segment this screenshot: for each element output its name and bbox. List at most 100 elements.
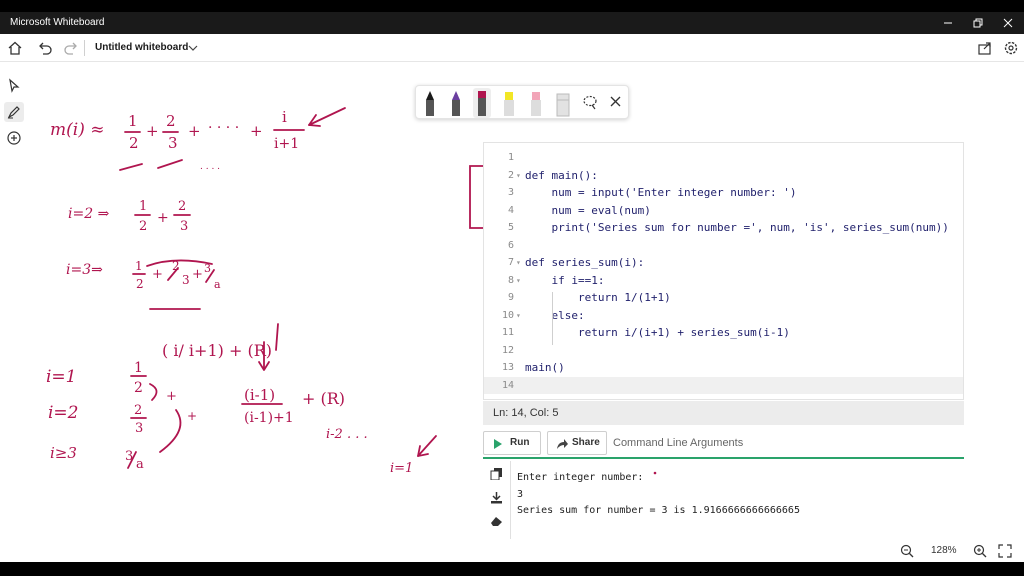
code-line[interactable]: 7 ▾ def series_sum(i): [484,254,963,272]
code-text: if i==1: [525,273,605,287]
fold-toggle[interactable]: ▾ [516,254,524,272]
code-line[interactable]: 1 [484,149,963,167]
svg-text:+: + [250,122,263,140]
fold-toggle[interactable]: ▾ [516,272,524,290]
zoom-in-icon[interactable] [973,544,987,558]
line-number: 7 [507,257,514,268]
svg-text:+ (R): + (R) [302,389,345,408]
code-line[interactable]: 12 [484,342,963,360]
lasso-select-button[interactable] [581,88,599,118]
svg-text:i=3⇒: i=3⇒ [66,262,103,278]
svg-text:( i/ i+1) + (R): ( i/ i+1) + (R) [162,341,272,360]
line-number: 9 [507,292,514,303]
share-icon [978,42,991,55]
fold-toggle[interactable]: ▾ [516,307,524,325]
svg-text:1: 1 [139,199,147,214]
svg-text:2: 2 [134,380,143,396]
code-line[interactable]: 10 ▾ else: [484,307,963,325]
zoom-level: 128% [931,545,957,556]
svg-text:i+1: i+1 [274,136,299,152]
share-code-button[interactable]: Share [547,431,607,455]
close-tray-button[interactable] [607,88,625,118]
settings-button[interactable] [1002,39,1020,57]
svg-text:i=1: i=1 [46,367,77,387]
code-text: num = input('Enter integer number: ') [525,186,797,199]
svg-text:i-2 . . .: i-2 . . . [326,427,368,442]
line-number: 14 [501,379,514,391]
restore-button[interactable] [970,15,986,31]
zoom-out-icon[interactable] [900,544,914,558]
copy-icon [490,468,502,481]
svg-text:2: 2 [134,403,142,418]
run-toolbar: Run Share [483,429,964,459]
svg-text:2: 2 [178,199,186,214]
svg-text:3: 3 [168,134,178,152]
code-editor[interactable]: 1 2 ▾ def main(): 3 num = input('Enter integ… [483,142,964,400]
share-board-button[interactable] [976,39,994,57]
run-button[interactable]: Run [483,431,541,455]
pink-highlighter[interactable] [527,88,545,118]
clear-output-button[interactable] [490,514,503,527]
line-number: 11 [501,327,514,338]
run-label: Run [510,437,530,448]
code-line[interactable]: 14 [484,376,963,394]
close-window-button[interactable] [1000,15,1016,31]
code-line[interactable]: 13 main() [484,359,963,377]
code-line[interactable]: 6 [484,237,963,255]
code-text: main() [525,361,565,374]
fit-to-screen-icon[interactable] [998,544,1012,558]
case-i3-ink: i=3⇒ 1 2 + 2 3 + 3 a [66,259,221,310]
line-number: 1 [507,152,514,163]
close-icon [1003,18,1013,28]
svg-text:+: + [187,409,197,423]
console-line: Series sum for number = 3 is 1.916666666… [517,505,800,516]
line-number: 12 [501,344,514,356]
console-toolbar [483,461,511,539]
code-line[interactable]: 11 return i/(i+1) + series_sum(i-1) [484,324,963,342]
decomposition-ink: ( i/ i+1) + (R) (i-1) (i-1)+1 + (R) i-2 … [162,323,437,472]
command-line-arguments-input[interactable] [611,431,963,455]
whiteboard-window: Microsoft Whiteboard Untitled whiteboard [0,12,1024,562]
line-number: 2 [507,169,514,181]
code-line[interactable]: 3 num = input('Enter integer number: ') [484,184,963,202]
code-line[interactable]: 5 print('Series sum for number =', num, … [484,219,963,237]
eraser-icon [556,93,570,117]
code-line[interactable]: 8 ▾ if i==1: [484,272,963,290]
code-line[interactable]: 9 return 1/(1+1) [484,289,963,307]
svg-text:· · · ·: · · · · [208,120,239,136]
code-text: else: [525,308,585,322]
highlighter-icon [531,92,541,116]
clear-icon [491,517,502,526]
share-label: Share [572,437,600,448]
svg-text:(i-1): (i-1) [244,386,275,404]
svg-text:a: a [136,457,144,472]
svg-text:+: + [157,210,169,226]
svg-text:1: 1 [134,360,143,376]
svg-text:2: 2 [166,112,176,130]
code-text: def series_sum(i): [525,256,645,269]
yellow-highlighter[interactable] [500,88,518,118]
play-icon [494,439,502,449]
gear-icon [1004,41,1018,55]
download-icon [491,492,502,504]
eraser-tool[interactable] [554,88,572,118]
code-line[interactable]: 4 num = eval(num) [484,202,963,220]
svg-text:i≥3: i≥3 [50,444,77,462]
line-number: 6 [507,239,514,251]
fold-toggle[interactable]: ▾ [516,167,524,185]
console-line: 3 [517,489,524,500]
code-text: return 1/(1+1) [525,291,671,304]
indent-guide [552,292,553,345]
line-number: 4 [507,204,514,216]
line-number: 13 [501,362,514,373]
svg-text:2: 2 [139,219,147,234]
minimize-button[interactable] [940,15,956,31]
svg-text:i=1: i=1 [390,461,413,472]
code-line[interactable]: 2 ▾ def main(): [484,167,963,185]
svg-text:+: + [166,389,177,404]
copy-output-button[interactable] [490,467,503,481]
download-output-button[interactable] [490,491,503,504]
svg-text:(i-1)+1: (i-1)+1 [244,410,294,426]
line-number: 3 [507,187,514,198]
svg-text:. . . .: . . . . [200,162,220,172]
